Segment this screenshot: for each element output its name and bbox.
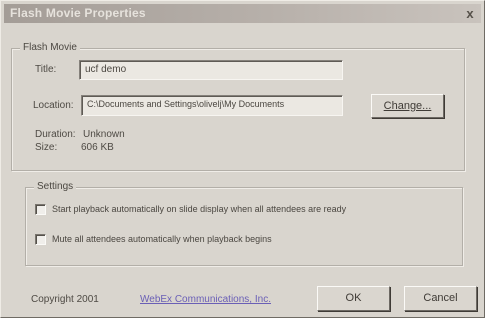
duration-value: Unknown [83,129,125,140]
cancel-button-label: Cancel [423,292,458,304]
checkbox-autostart[interactable]: Start playback automatically on slide di… [35,204,455,218]
settings-group-label: Settings [34,181,77,192]
autostart-label[interactable]: Start playback automatically on slide di… [52,204,346,214]
autostart-checkbox[interactable] [35,204,46,215]
location-input[interactable]: C:\Documents and Settings\olivelj\My Doc… [81,95,343,116]
ok-button[interactable]: OK [317,286,390,311]
ok-button-label: OK [345,292,362,304]
cancel-button[interactable]: Cancel [404,286,477,311]
size-label: Size: [35,142,58,153]
location-label: Location: [33,100,74,111]
title-label: Title: [35,64,57,75]
change-button-label: Change... [383,100,432,112]
window-title: Flash Movie Properties [10,6,146,20]
checkbox-mute[interactable]: Mute all attendees automatically when pl… [35,234,455,248]
flash-movie-group-label: Flash Movie [20,42,80,53]
title-input[interactable]: ucf demo [79,60,343,80]
dialog-window: Flash Movie Properties x Flash Movie Tit… [0,0,485,318]
copyright-text: Copyright 2001 [31,294,99,305]
duration-label: Duration: [35,129,76,140]
change-button[interactable]: Change... [371,94,444,118]
size-value: 606 KB [81,142,114,153]
mute-label[interactable]: Mute all attendees automatically when pl… [52,234,272,244]
close-icon[interactable]: x [463,7,477,21]
mute-checkbox[interactable] [35,234,46,245]
title-bar[interactable]: Flash Movie Properties x [4,4,481,23]
company-link[interactable]: WebEx Communications, Inc. [140,294,271,305]
settings-group: Settings [25,181,463,266]
